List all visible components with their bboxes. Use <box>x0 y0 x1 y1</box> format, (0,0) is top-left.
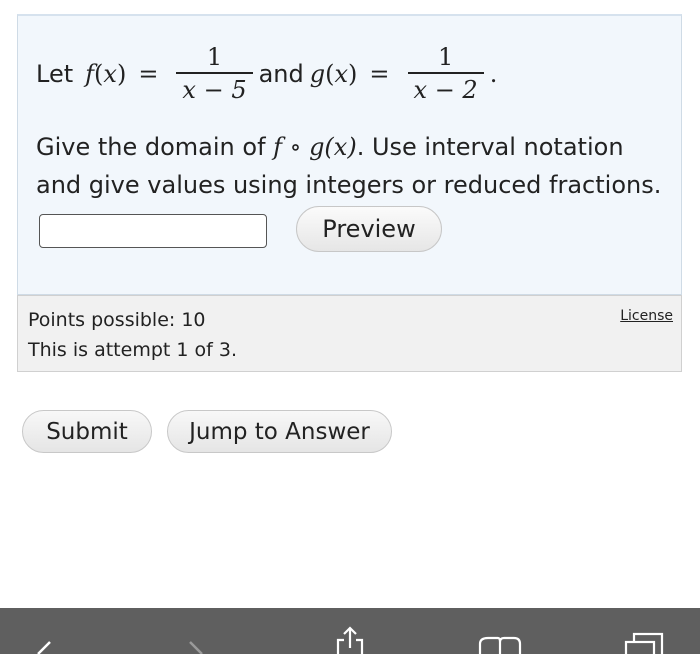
g-name: g <box>309 60 326 88</box>
f-denominator: x − 5 <box>182 75 247 104</box>
g-equals: = <box>369 60 390 88</box>
let-text: Let <box>36 60 74 88</box>
and-text: and <box>258 60 304 88</box>
f-equals: = <box>138 60 159 88</box>
prompt-part-a: Give the domain of <box>36 133 274 161</box>
points-possible: Points possible: 10 <box>28 309 206 331</box>
back-icon[interactable] <box>24 608 60 654</box>
g-numerator: 1 <box>437 43 454 72</box>
f-numerator: 1 <box>206 43 223 72</box>
bookmarks-icon[interactable] <box>474 608 526 654</box>
share-icon[interactable] <box>330 608 370 654</box>
question-prompt: Give the domain of f ∘ g(x). Use interva… <box>36 128 666 204</box>
answer-input[interactable] <box>39 214 267 248</box>
f-fraction: 1 x − 5 <box>176 42 253 106</box>
preview-button[interactable]: Preview <box>296 206 442 252</box>
definition-period: . <box>489 60 498 88</box>
attempt-count: This is attempt 1 of 3. <box>28 339 237 361</box>
submit-button[interactable]: Submit <box>22 410 152 453</box>
info-panel: Points possible: 10 This is attempt 1 of… <box>17 295 682 372</box>
license-link[interactable]: License <box>620 308 673 324</box>
page: Let f (x) = 1 x − 5 and g (x) = 1 x − 2 <box>0 0 700 654</box>
browser-toolbar <box>0 608 700 654</box>
g-arg: x <box>334 60 349 88</box>
tabs-icon[interactable] <box>620 608 670 654</box>
f-arg: x <box>103 60 117 88</box>
g-denominator: x − 2 <box>413 75 478 104</box>
question-panel: Let f (x) = 1 x − 5 and g (x) = 1 x − 2 <box>17 14 682 295</box>
forward-icon[interactable] <box>180 608 216 654</box>
f-name: f <box>85 60 95 88</box>
g-fraction: 1 x − 2 <box>407 42 484 106</box>
jump-to-answer-button[interactable]: Jump to Answer <box>167 410 392 453</box>
question-definition: Let f (x) = 1 x − 5 and g (x) = 1 x − 2 <box>36 42 498 106</box>
prompt-composition: f ∘ g(x) <box>273 133 357 161</box>
